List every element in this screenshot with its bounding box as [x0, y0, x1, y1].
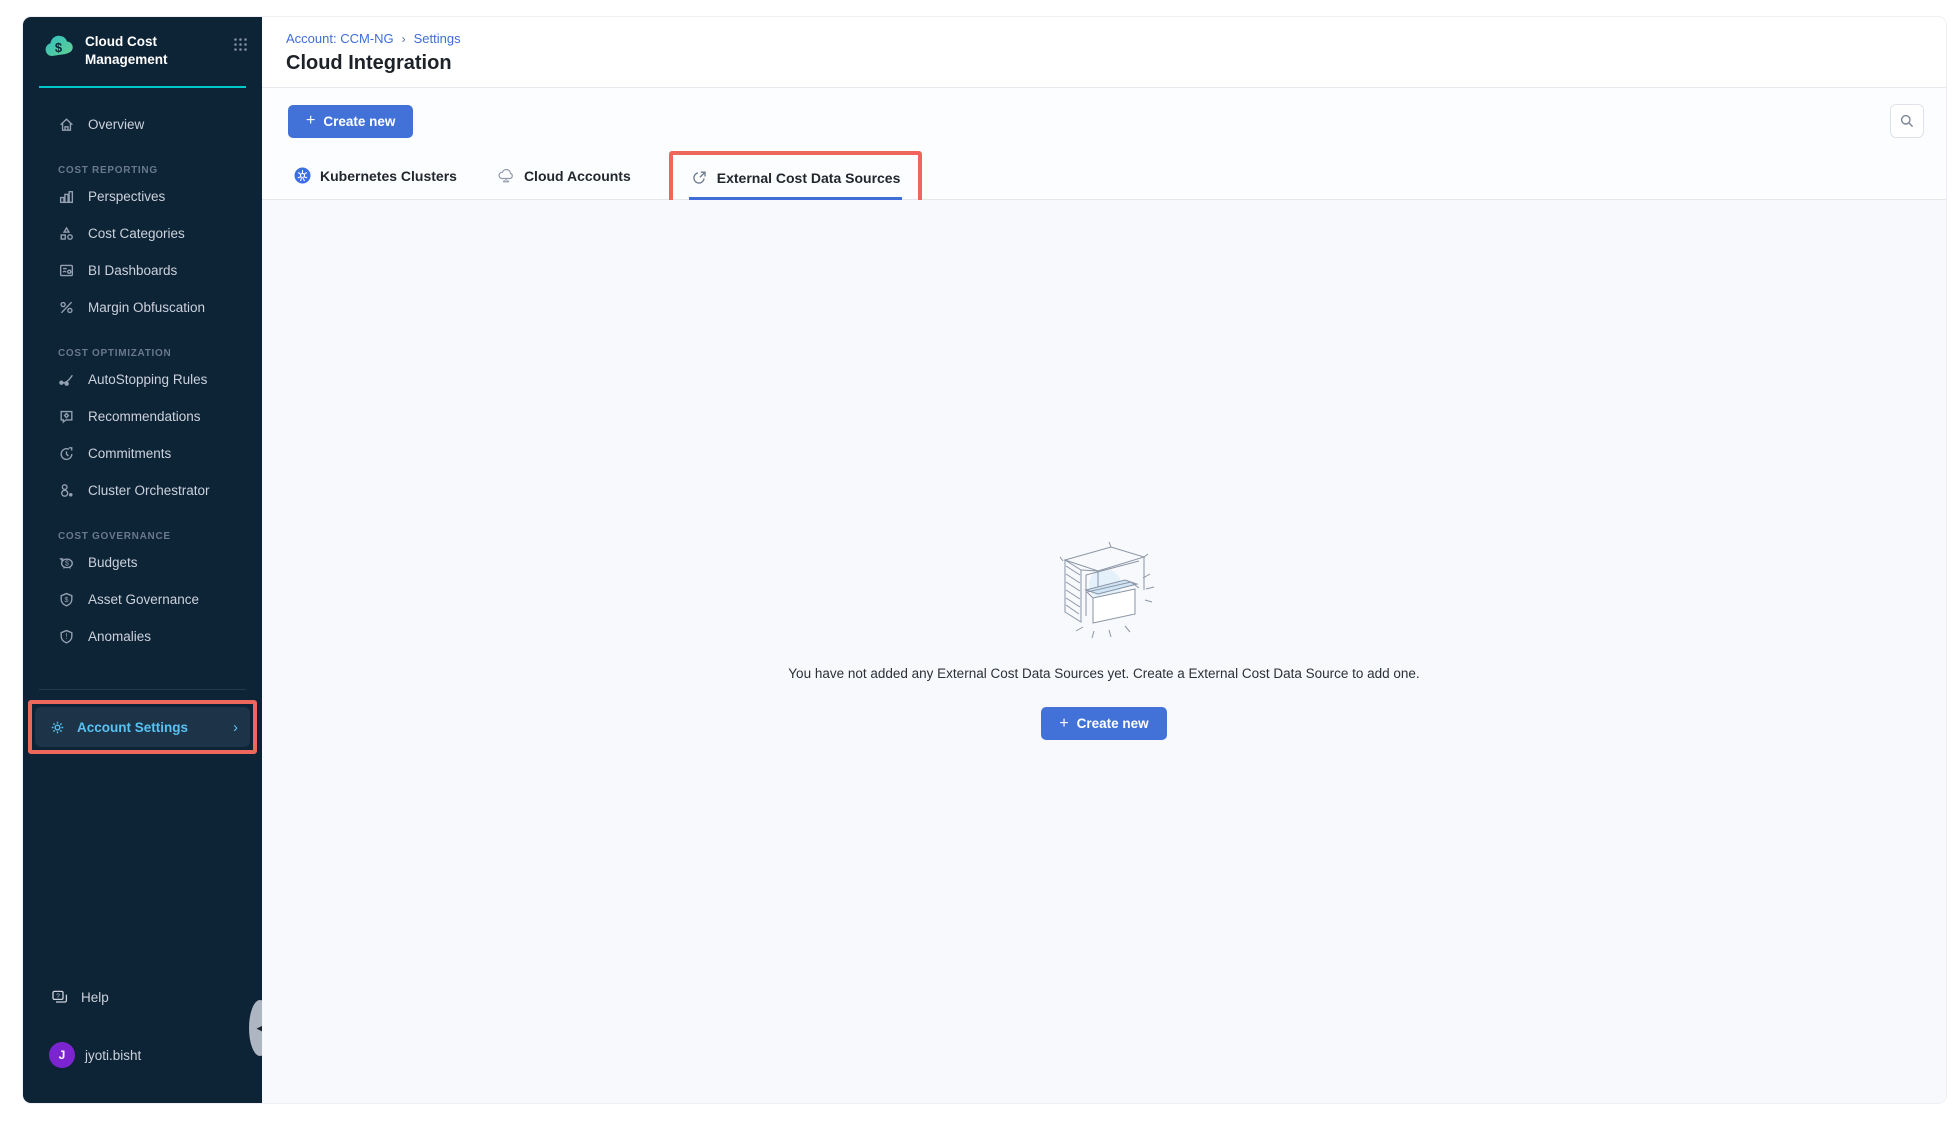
- sidebar-item-label: Budgets: [88, 555, 138, 570]
- sidebar-nav: Overview COST REPORTING Perspectives Cos…: [23, 88, 262, 1103]
- tab-content: You have not added any External Cost Dat…: [262, 200, 1946, 1103]
- empty-create-new-button[interactable]: + Create new: [1041, 707, 1166, 740]
- page-title: Cloud Integration: [286, 52, 1922, 75]
- empty-drawer-illustration: [1039, 530, 1169, 650]
- help-label: Help: [81, 990, 109, 1005]
- sidebar-divider: [39, 689, 246, 690]
- user-menu[interactable]: J jyoti.bisht: [23, 1037, 262, 1073]
- sidebar-item-perspectives[interactable]: Perspectives: [23, 178, 262, 215]
- sidebar-item-label: Recommendations: [88, 409, 201, 424]
- breadcrumb: Account: CCM-NG › Settings: [286, 31, 1922, 46]
- sidebar-item-overview[interactable]: Overview: [23, 106, 262, 143]
- sidebar-item-account-settings[interactable]: Account Settings ›: [35, 707, 250, 747]
- empty-state: You have not added any External Cost Dat…: [604, 530, 1604, 740]
- sidebar-item-label: Margin Obfuscation: [88, 300, 205, 315]
- cluster-orchestrator-icon: [58, 482, 75, 499]
- sidebar-item-label: Perspectives: [88, 189, 165, 204]
- shield-dollar-icon: $: [58, 591, 75, 608]
- sidebar-item-autostopping-rules[interactable]: AutoStopping Rules: [23, 361, 262, 398]
- svg-text:$: $: [64, 595, 69, 604]
- svg-text:$: $: [55, 40, 63, 55]
- sidebar-item-recommendations[interactable]: Recommendations: [23, 398, 262, 435]
- sidebar-item-label: Account Settings: [77, 720, 188, 735]
- tab-bar: Kubernetes Clusters Cloud Accounts Exter…: [262, 152, 1946, 200]
- sidebar-item-label: Asset Governance: [88, 592, 199, 607]
- annotation-box-account-settings: Account Settings ›: [28, 700, 257, 754]
- svg-text:$: $: [65, 561, 69, 568]
- app-window: $ Cloud Cost Management Overview: [23, 17, 1946, 1103]
- sidebar-item-help[interactable]: ? Help: [23, 979, 262, 1015]
- commitments-icon: [58, 445, 75, 462]
- annotation-box-external-tab: External Cost Data Sources: [669, 151, 923, 204]
- sidebar-item-label: BI Dashboards: [88, 263, 177, 278]
- toolbar: + Create new: [262, 88, 1946, 152]
- breadcrumb-account-link[interactable]: Account: CCM-NG: [286, 31, 394, 46]
- tab-label: Cloud Accounts: [524, 168, 631, 184]
- home-icon: [58, 116, 75, 133]
- section-cost-optimization: COST OPTIMIZATION: [23, 348, 262, 359]
- sidebar-item-label: Commitments: [88, 446, 171, 461]
- sidebar-item-asset-governance[interactable]: $ Asset Governance: [23, 581, 262, 618]
- page-header: Account: CCM-NG › Settings Cloud Integra…: [262, 17, 1946, 87]
- piggy-bank-icon: $: [58, 554, 75, 571]
- sidebar-item-label: Anomalies: [88, 629, 151, 644]
- sidebar-item-label: AutoStopping Rules: [88, 372, 207, 387]
- sidebar-bottom: ? Help J jyoti.bisht: [23, 979, 262, 1089]
- chevron-right-icon: ›: [233, 719, 238, 736]
- empty-state-message: You have not added any External Cost Dat…: [788, 666, 1419, 681]
- username: jyoti.bisht: [85, 1048, 141, 1063]
- recommendation-icon: [58, 408, 75, 425]
- main-content: Account: CCM-NG › Settings Cloud Integra…: [262, 17, 1946, 1103]
- tab-label: External Cost Data Sources: [717, 170, 901, 186]
- section-cost-governance: COST GOVERNANCE: [23, 531, 262, 542]
- avatar: J: [49, 1042, 75, 1068]
- module-grid-icon[interactable]: [233, 37, 248, 52]
- create-new-label: Create new: [323, 114, 395, 129]
- sidebar-item-label: Cluster Orchestrator: [88, 483, 210, 498]
- search-button[interactable]: [1890, 104, 1924, 138]
- cloud-cost-logo-icon: $: [43, 33, 75, 61]
- sidebar-item-cluster-orchestrator[interactable]: Cluster Orchestrator: [23, 472, 262, 509]
- tab-cloud-accounts[interactable]: Cloud Accounts: [495, 152, 633, 199]
- sidebar-item-anomalies[interactable]: ! Anomalies: [23, 618, 262, 655]
- svg-text:!: !: [65, 632, 67, 641]
- search-icon: [1899, 113, 1915, 129]
- create-new-button[interactable]: + Create new: [288, 105, 413, 138]
- cloud-icon: [497, 167, 515, 184]
- sidebar-item-budgets[interactable]: $ Budgets: [23, 544, 262, 581]
- brand-title: Cloud Cost Management: [85, 33, 168, 68]
- external-source-icon: [691, 169, 708, 186]
- bar-chart-icon: [58, 188, 75, 205]
- tab-label: Kubernetes Clusters: [320, 168, 457, 184]
- shield-alert-icon: !: [58, 628, 75, 645]
- sidebar-item-label: Overview: [88, 117, 144, 132]
- section-cost-reporting: COST REPORTING: [23, 165, 262, 176]
- percent-icon: [58, 299, 75, 316]
- sidebar: $ Cloud Cost Management Overview: [23, 17, 262, 1103]
- sidebar-item-cost-categories[interactable]: Cost Categories: [23, 215, 262, 252]
- dashboard-icon: [58, 262, 75, 279]
- tab-kubernetes-clusters[interactable]: Kubernetes Clusters: [292, 152, 459, 199]
- help-chat-icon: ?: [51, 989, 69, 1005]
- brand-row: $ Cloud Cost Management: [23, 17, 262, 78]
- tab-external-cost-data-sources[interactable]: External Cost Data Sources: [689, 155, 903, 200]
- plus-icon: +: [1059, 716, 1068, 732]
- shapes-icon: [58, 225, 75, 242]
- sidebar-item-commitments[interactable]: Commitments: [23, 435, 262, 472]
- plus-icon: +: [306, 113, 315, 129]
- breadcrumb-separator-icon: ›: [402, 32, 406, 46]
- sidebar-item-bi-dashboards[interactable]: BI Dashboards: [23, 252, 262, 289]
- sidebar-item-label: Cost Categories: [88, 226, 185, 241]
- breadcrumb-settings-link[interactable]: Settings: [414, 31, 461, 46]
- kubernetes-icon: [294, 167, 311, 184]
- create-new-label: Create new: [1077, 716, 1149, 731]
- sidebar-item-margin-obfuscation[interactable]: Margin Obfuscation: [23, 289, 262, 326]
- gear-icon: [49, 719, 66, 736]
- autostopping-icon: [58, 371, 75, 388]
- svg-text:?: ?: [56, 993, 60, 1000]
